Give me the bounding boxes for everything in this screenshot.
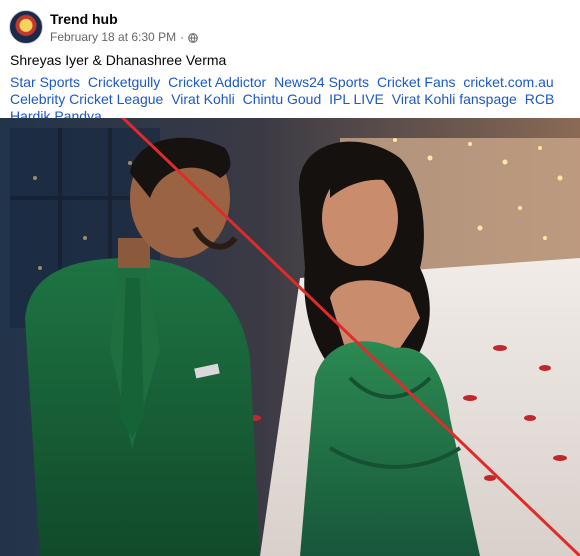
post-header: Trend hub February 18 at 6:30 PM ·	[9, 8, 569, 48]
post-caption: Shreyas Iyer & Dhanashree Verma	[10, 52, 227, 68]
facebook-post: Trend hub February 18 at 6:30 PM · Shrey…	[0, 0, 580, 556]
tag-link[interactable]: cricket.com.au	[463, 74, 553, 90]
post-photo[interactable]	[0, 118, 580, 556]
post-timestamp[interactable]: February 18 at 6:30 PM	[50, 30, 176, 44]
author-name[interactable]: Trend hub	[50, 11, 118, 27]
tag-link[interactable]: IPL LIVE	[329, 91, 384, 107]
meta-separator: ·	[180, 30, 185, 44]
tag-link[interactable]: News24 Sports	[274, 74, 369, 90]
tag-link[interactable]: Virat Kohli fanspage	[392, 91, 517, 107]
tag-link[interactable]: Celebrity Cricket League	[10, 91, 163, 107]
post-meta: February 18 at 6:30 PM ·	[50, 30, 198, 44]
page-avatar[interactable]	[9, 10, 43, 44]
tag-link[interactable]: Cricketgully	[88, 74, 160, 90]
tag-link[interactable]: Star Sports	[10, 74, 80, 90]
tag-link[interactable]: RCB	[525, 91, 555, 107]
tag-link[interactable]: Virat Kohli	[171, 91, 235, 107]
tag-link[interactable]: Chintu Goud	[243, 91, 322, 107]
globe-icon	[188, 32, 198, 43]
tag-link[interactable]: Cricket Addictor	[168, 74, 266, 90]
couple-photo-illustration	[0, 118, 580, 556]
tag-link[interactable]: Cricket Fans	[377, 74, 456, 90]
